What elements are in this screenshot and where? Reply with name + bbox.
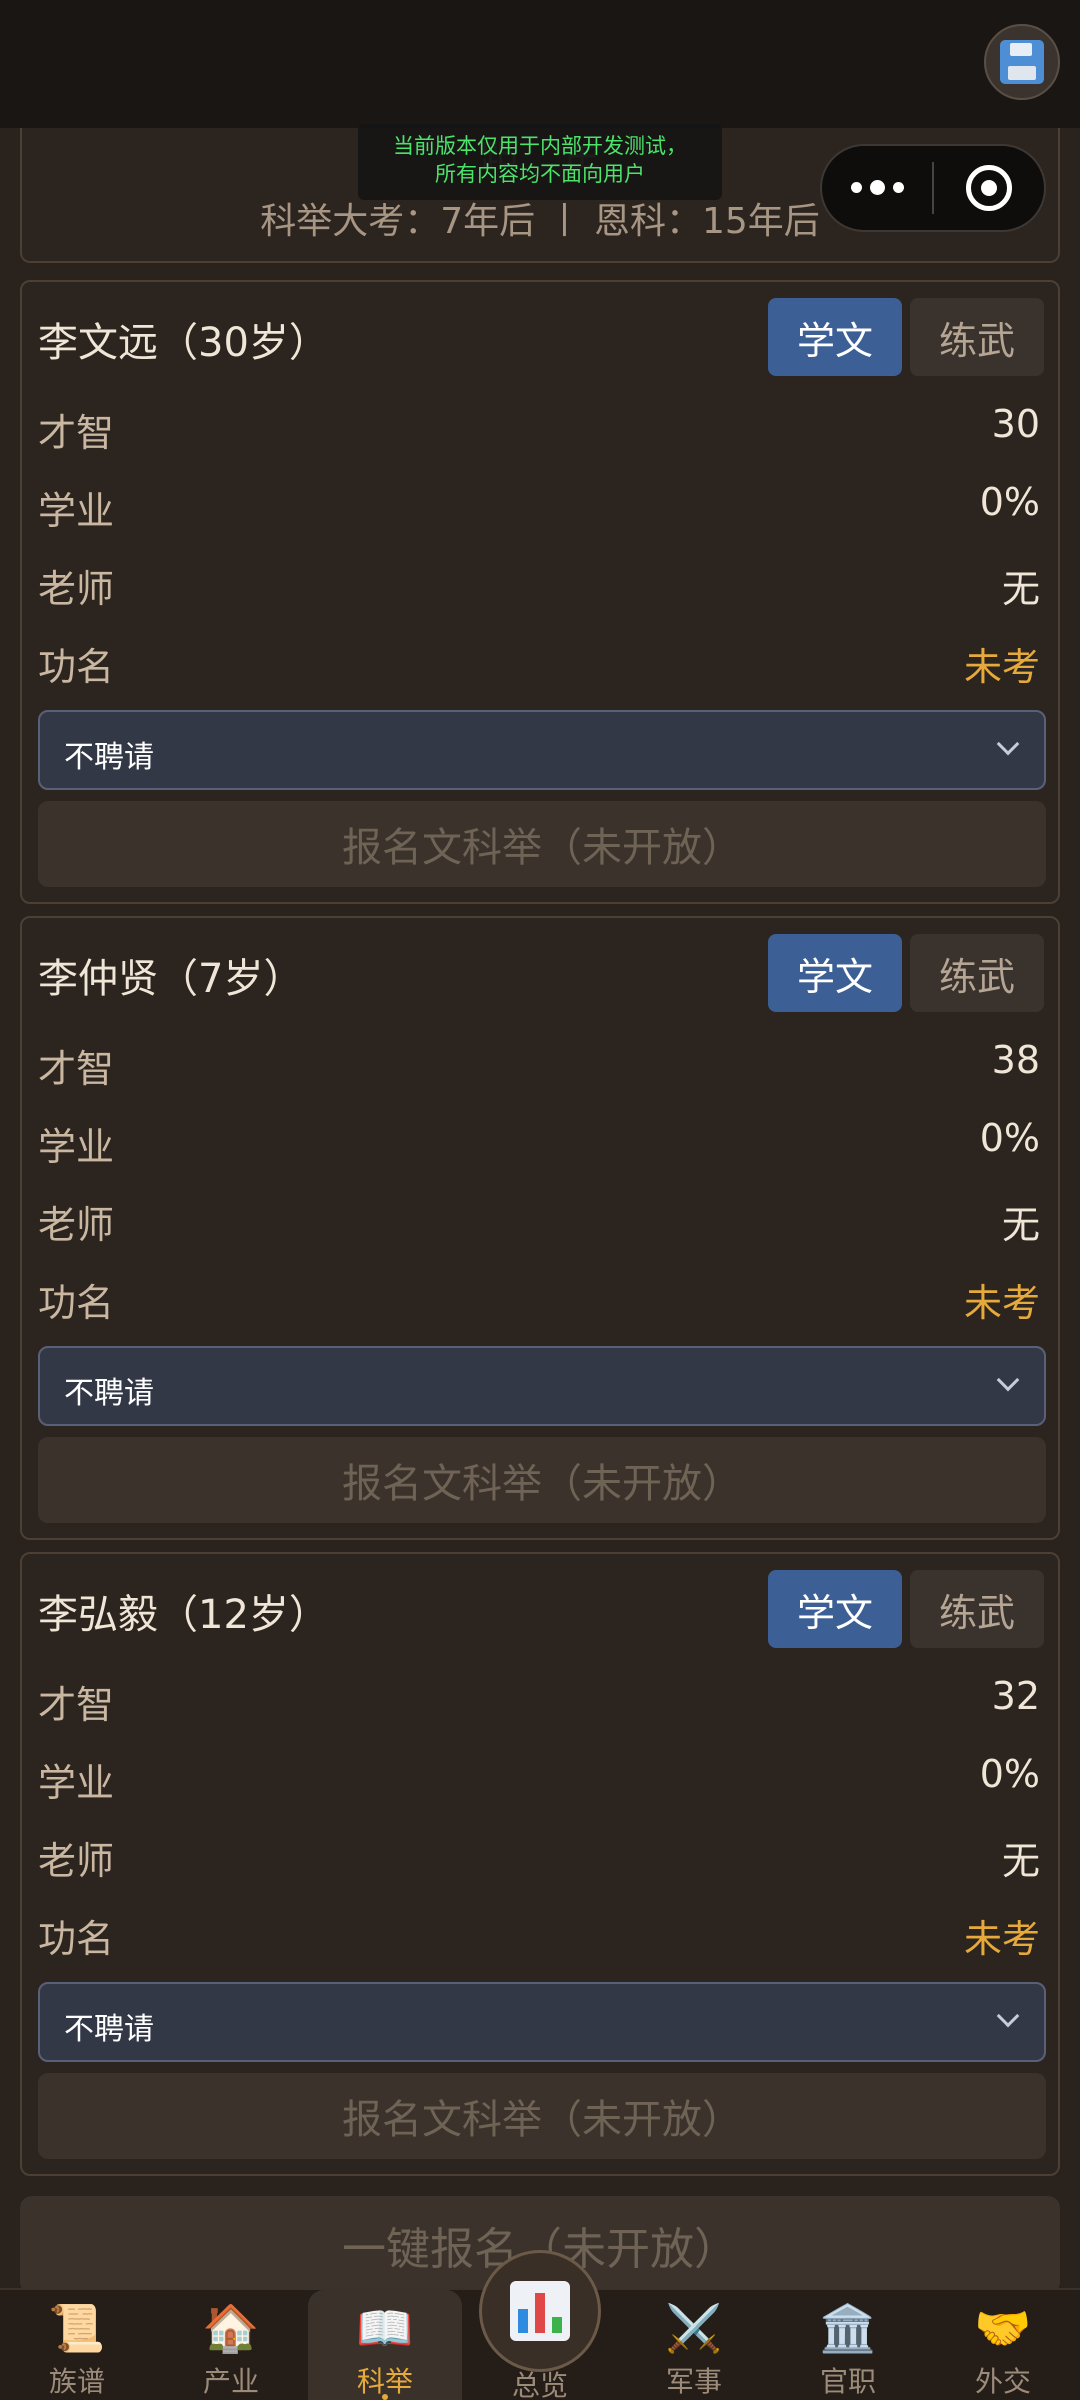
book-icon: 📖 — [356, 2301, 414, 2355]
miniprogram-capsule — [820, 144, 1046, 232]
stat-label: 才智 — [38, 1683, 115, 1727]
stat-value: 0% — [979, 1752, 1040, 1796]
martial-tab-button[interactable]: 练武 — [910, 934, 1044, 1012]
classical-building-icon: 🏛️ — [819, 2301, 877, 2355]
study-tab-button[interactable]: 学文 — [768, 298, 902, 376]
overview-button[interactable] — [479, 2250, 601, 2372]
nav-item-genealogy[interactable]: 📜 族谱 — [0, 2290, 154, 2400]
stat-value: 未考 — [963, 645, 1040, 689]
stat-value: 无 — [1001, 1203, 1040, 1247]
chevron-down-icon — [996, 2004, 1020, 2028]
save-button[interactable] — [984, 24, 1060, 100]
nav-label: 官职 — [819, 2365, 876, 2398]
nav-label: 产业 — [202, 2365, 259, 2398]
teacher-select-value: 不聘请 — [64, 2012, 154, 2047]
nav-label: 外交 — [974, 2365, 1031, 2398]
stat-value: 0% — [979, 1116, 1040, 1160]
handshake-icon: 🤝 — [974, 2301, 1032, 2355]
chevron-down-icon — [996, 1368, 1020, 1392]
stat-label: 功名 — [38, 645, 115, 689]
nav-item-military[interactable]: ⚔️ 军事 — [617, 2290, 771, 2400]
active-indicator — [382, 2394, 388, 2400]
stat-label: 功名 — [38, 1281, 115, 1325]
stat-label: 才智 — [38, 411, 115, 455]
stat-row-fame: 功名 未考 — [38, 1900, 1040, 1961]
more-options-icon[interactable] — [822, 179, 932, 195]
stat-row-talent: 才智 32 — [38, 1666, 1040, 1727]
teacher-select[interactable]: 不聘请 — [38, 1982, 1046, 2062]
character-name: 李弘毅（12岁） — [38, 1592, 329, 1638]
stat-label: 老师 — [38, 567, 115, 611]
stat-label: 老师 — [38, 1203, 115, 1247]
stat-label: 老师 — [38, 1839, 115, 1883]
stat-row-fame: 功名 未考 — [38, 1264, 1040, 1325]
character-card: 李弘毅（12岁） 学文 练武 才智 32 学业 0% 老师 无 功名 未考 不聘… — [20, 1552, 1060, 2176]
crossed-swords-icon: ⚔️ — [665, 2301, 723, 2355]
dev-test-banner: 当前版本仅用于内部开发测试， 所有内容均不面向用户 — [358, 124, 722, 200]
top-bar — [0, 0, 1080, 128]
stat-value: 38 — [991, 1038, 1040, 1082]
character-card: 李文远（30岁） 学文 练武 才智 30 学业 0% 老师 无 功名 未考 不聘… — [20, 280, 1060, 904]
dev-banner-line1: 当前版本仅用于内部开发测试， — [393, 134, 687, 158]
stat-value: 0% — [979, 480, 1040, 524]
stat-label: 功名 — [38, 1917, 115, 1961]
nav-item-office[interactable]: 🏛️ 官职 — [771, 2290, 925, 2400]
study-tab-button[interactable]: 学文 — [768, 934, 902, 1012]
martial-tab-button[interactable]: 练武 — [910, 1570, 1044, 1648]
stat-row-study: 学业 0% — [38, 1108, 1040, 1169]
teacher-select[interactable]: 不聘请 — [38, 1346, 1046, 1426]
stat-value: 无 — [1001, 567, 1040, 611]
character-name: 李文远（30岁） — [38, 320, 329, 366]
stat-row-study: 学业 0% — [38, 1744, 1040, 1805]
dev-banner-line2: 所有内容均不面向用户 — [435, 162, 645, 186]
stat-value: 32 — [991, 1674, 1040, 1718]
chevron-down-icon — [996, 732, 1020, 756]
nav-label: 族谱 — [48, 2365, 105, 2398]
stat-label: 学业 — [38, 1125, 115, 1169]
stat-value: 30 — [991, 402, 1040, 446]
floppy-disk-icon — [1000, 40, 1044, 84]
teacher-select-value: 不聘请 — [64, 740, 154, 775]
study-tab-button[interactable]: 学文 — [768, 1570, 902, 1648]
character-card: 李仲贤（7岁） 学文 练武 才智 38 学业 0% 老师 无 功名 未考 不聘请… — [20, 916, 1060, 1540]
stat-row-study: 学业 0% — [38, 472, 1040, 533]
stat-value: 无 — [1001, 1839, 1040, 1883]
nav-item-industry[interactable]: 🏠 产业 — [154, 2290, 308, 2400]
stat-row-fame: 功名 未考 — [38, 628, 1040, 689]
stat-value: 未考 — [963, 1917, 1040, 1961]
stat-row-teacher: 老师 无 — [38, 1822, 1040, 1883]
character-name: 李仲贤（7岁） — [38, 956, 304, 1002]
enroll-exam-button[interactable]: 报名文科举（未开放） — [38, 2073, 1046, 2159]
nav-item-diplomacy[interactable]: 🤝 外交 — [926, 2290, 1080, 2400]
stat-label: 学业 — [38, 489, 115, 533]
enroll-exam-button[interactable]: 报名文科举（未开放） — [38, 1437, 1046, 1523]
stat-row-talent: 才智 30 — [38, 394, 1040, 455]
stat-label: 才智 — [38, 1047, 115, 1091]
bar-chart-icon — [510, 2281, 570, 2341]
stat-label: 学业 — [38, 1761, 115, 1805]
stat-row-teacher: 老师 无 — [38, 550, 1040, 611]
scroll-icon: 📜 — [48, 2301, 106, 2355]
teacher-select-value: 不聘请 — [64, 1376, 154, 1411]
teacher-select[interactable]: 不聘请 — [38, 710, 1046, 790]
martial-tab-button[interactable]: 练武 — [910, 298, 1044, 376]
stat-value: 未考 — [963, 1281, 1040, 1325]
stat-row-teacher: 老师 无 — [38, 1186, 1040, 1247]
close-miniprogram-icon[interactable] — [934, 165, 1044, 211]
overview-label: 总览 — [511, 2369, 568, 2400]
house-icon: 🏠 — [202, 2301, 260, 2355]
nav-item-exam[interactable]: 📖 科举 — [308, 2290, 462, 2400]
enroll-exam-button[interactable]: 报名文科举（未开放） — [38, 801, 1046, 887]
nav-label: 军事 — [665, 2365, 722, 2398]
stat-row-talent: 才智 38 — [38, 1030, 1040, 1091]
